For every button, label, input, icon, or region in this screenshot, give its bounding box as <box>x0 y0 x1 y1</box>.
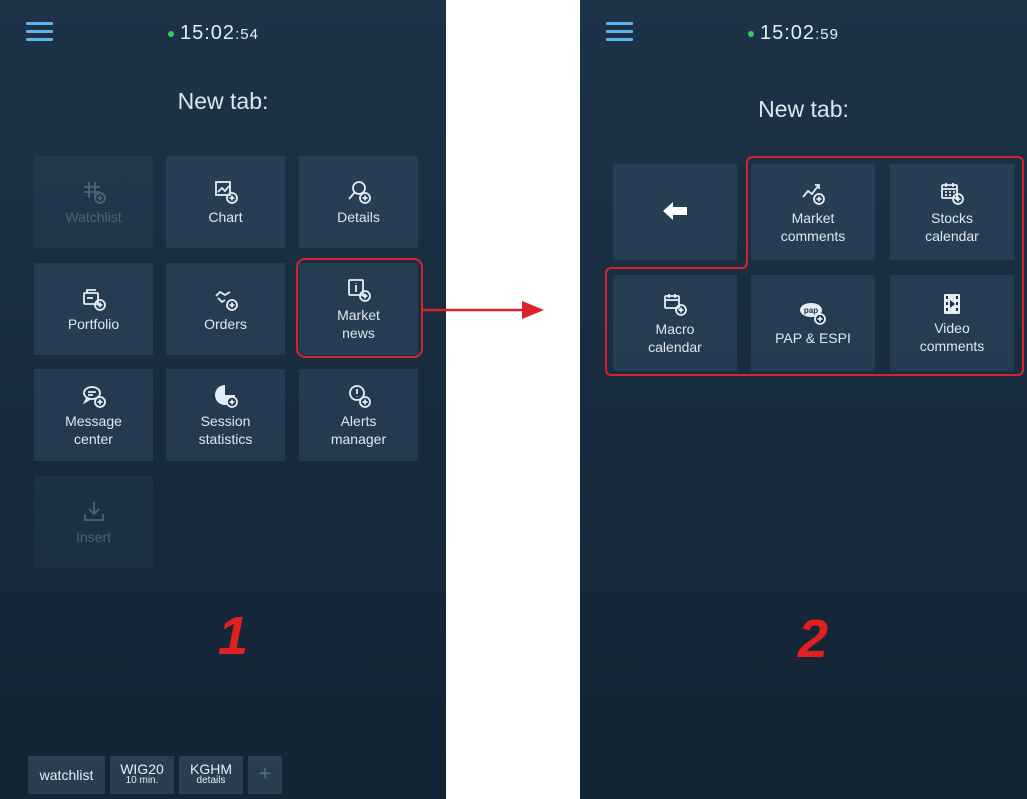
tile-orders[interactable]: Orders <box>166 263 285 355</box>
tile-label: Session statistics <box>198 412 253 447</box>
tile-label: Details <box>337 208 380 225</box>
connection-status-dot <box>168 30 174 37</box>
details-icon <box>347 180 371 204</box>
tile-details[interactable]: Details <box>299 156 418 248</box>
alerts-icon <box>348 384 371 408</box>
clock: 15:02:54 <box>168 22 259 45</box>
add-tab-button[interactable]: + <box>248 756 282 794</box>
tile-chart[interactable]: Chart <box>166 156 285 248</box>
annotation-number: 2 <box>798 609 829 669</box>
bottom-tab-watchlist[interactable]: watchlist <box>28 756 105 794</box>
watchlist-icon <box>83 181 106 204</box>
tile-portfolio[interactable]: Portfolio <box>34 263 153 355</box>
tile-message-center[interactable]: Message center <box>34 369 153 461</box>
tile-insert: Insert <box>34 476 153 568</box>
tile-label: Message center <box>65 412 122 447</box>
tile-label: Chart <box>208 208 243 225</box>
screen-new-tab-main: 15:02:54 New tab: Watchlist Chart Detail… <box>0 0 446 799</box>
screen-new-tab-market-news: 15:02:59 New tab: Market comments Stocks… <box>580 0 1027 799</box>
tile-label: Insert <box>75 528 111 545</box>
tile-label: Orders <box>204 315 247 332</box>
insert-icon <box>83 501 104 521</box>
bottom-tab-kghm[interactable]: KGHM details <box>179 756 243 794</box>
tile-label: Alerts manager <box>330 412 387 447</box>
page-title: New tab: <box>177 88 269 114</box>
hamburger-menu-icon[interactable] <box>26 22 53 42</box>
message-icon <box>82 385 106 408</box>
tile-label: Portfolio <box>67 315 120 332</box>
tile-watchlist: Watchlist <box>34 156 153 248</box>
market-news-icon <box>347 278 371 302</box>
tile-label: Watchlist <box>65 208 122 225</box>
tile-market-news[interactable]: Market news <box>299 263 418 355</box>
portfolio-icon <box>82 288 106 311</box>
tile-session-statistics[interactable]: Session statistics <box>166 369 285 461</box>
orders-icon <box>214 290 238 311</box>
bottom-tab-wig20[interactable]: WIG20 10 min. <box>110 756 174 794</box>
annotation-number: 1 <box>218 606 249 666</box>
tile-label: Market news <box>337 306 380 341</box>
chart-icon <box>214 180 238 204</box>
statistics-icon <box>214 384 238 408</box>
highlight-submenu-outline <box>605 156 1024 376</box>
transition-arrow-icon <box>422 301 544 319</box>
tile-alerts-manager[interactable]: Alerts manager <box>299 369 418 461</box>
